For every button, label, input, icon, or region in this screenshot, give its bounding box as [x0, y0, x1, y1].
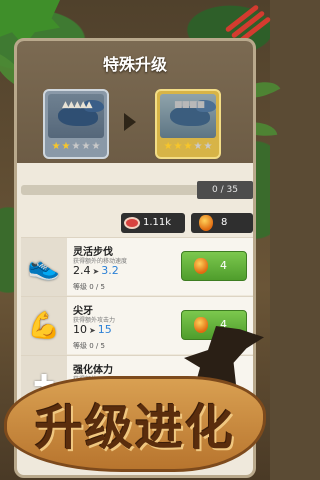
skill-to: 3.2 — [101, 264, 119, 277]
amber-icon — [199, 215, 213, 231]
amber-counter: 8 — [191, 213, 253, 233]
skill-to: 15 — [97, 323, 112, 336]
current-dino-card[interactable]: ▲▲▲▲▲ ★ ★ ★ ★ ★ — [43, 89, 109, 159]
amber-icon — [194, 258, 208, 274]
flex-arm-icon: 💪 — [21, 297, 67, 355]
star-icon: ★ — [51, 141, 61, 152]
skill-row: 👟 灵活步伐 获得额外的移动速度 2.4 ➤ 3.2 等级 0 / 5 4 — [21, 237, 253, 296]
star-icon: ★ — [91, 141, 101, 152]
amber-value: 8 — [221, 217, 228, 228]
next-dino-stars: ★ ★ ★ ★ ★ — [160, 141, 216, 152]
next-dino-card[interactable]: ■■■■ ★ ★ ★ ★ ★ — [155, 89, 221, 159]
star-icon: ★ — [203, 141, 213, 152]
star-icon: ★ — [163, 141, 173, 152]
star-icon: ★ — [193, 141, 203, 152]
amber-icon — [194, 317, 208, 333]
meat-icon — [124, 217, 140, 229]
page-title: 特殊升级 — [102, 55, 167, 74]
arrow-icon: ➤ — [92, 267, 100, 276]
skill-values: 10 ➤ 15 — [73, 323, 112, 336]
skill-level: 等级 0 / 5 — [73, 283, 105, 291]
banner-title: 升级进化 — [34, 400, 235, 456]
evolution-progress: 0 / 35 — [21, 181, 253, 199]
arrow-right-icon — [124, 113, 136, 131]
skill-from: 2.4 — [73, 264, 91, 277]
upgrade-button[interactable]: 4 — [181, 251, 247, 281]
skill-level: 等级 0 / 5 — [73, 342, 105, 350]
next-dino-image: ■■■■ — [160, 94, 216, 138]
progress-track — [21, 185, 201, 195]
upgrade-cost: 4 — [220, 259, 227, 272]
progress-label: 0 / 35 — [197, 181, 253, 199]
skill-from: 10 — [73, 323, 87, 336]
resource-bar: 1.11k 8 — [121, 213, 253, 233]
skill-values: 2.4 ➤ 3.2 — [73, 264, 119, 277]
current-dino-image: ▲▲▲▲▲ — [48, 94, 104, 138]
star-icon: ★ — [71, 141, 81, 152]
star-icon: ★ — [81, 141, 91, 152]
panel-header: 特殊升级 ▲▲▲▲▲ ★ ★ ★ ★ ★ ■■■■ ★ ★ ★ ★ ★ — [17, 41, 253, 163]
star-icon: ★ — [173, 141, 183, 152]
star-icon: ★ — [183, 141, 193, 152]
arrow-icon: ➤ — [89, 326, 96, 335]
close-claw-button[interactable] — [220, 4, 272, 45]
star-icon: ★ — [61, 141, 71, 152]
current-dino-stars: ★ ★ ★ ★ ★ — [48, 141, 104, 152]
meat-counter: 1.11k — [121, 213, 185, 233]
shoe-icon: 👟 — [21, 238, 67, 296]
meat-value: 1.11k — [143, 217, 172, 228]
